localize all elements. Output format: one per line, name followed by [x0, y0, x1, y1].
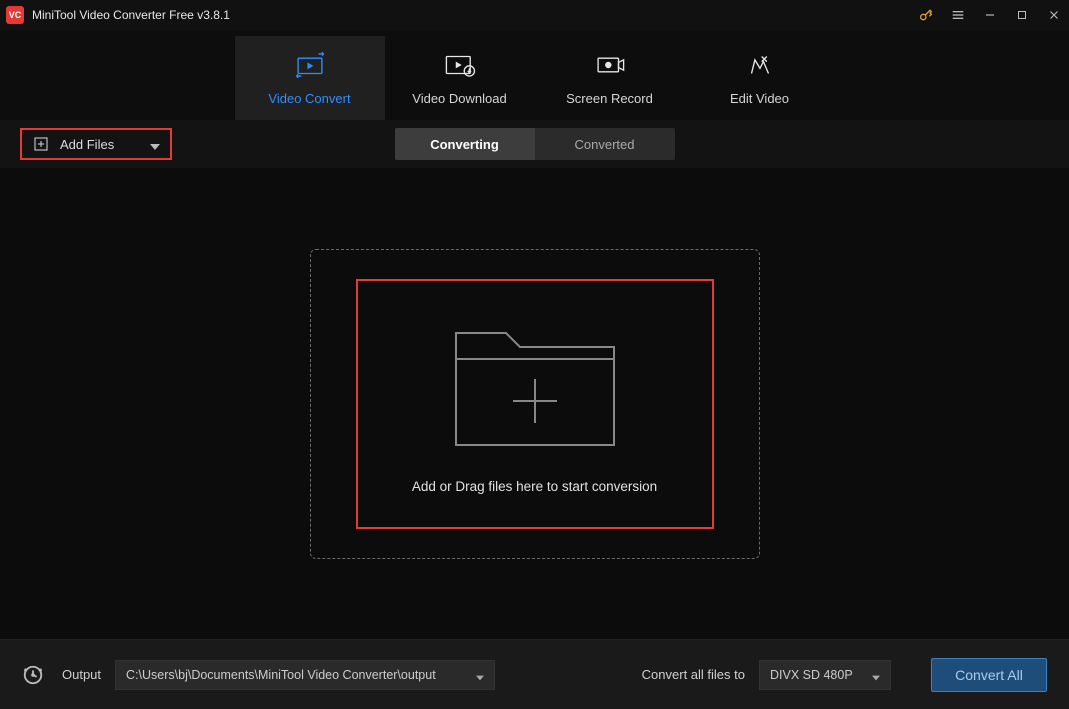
- main-area: Add or Drag files here to start conversi…: [0, 168, 1069, 639]
- nav-video-download[interactable]: Video Download: [385, 36, 535, 120]
- folder-add-icon: [450, 313, 620, 453]
- record-icon: [593, 51, 627, 79]
- menu-icon[interactable]: [949, 6, 967, 24]
- output-path-select[interactable]: C:\Users\bj\Documents\MiniTool Video Con…: [115, 660, 495, 690]
- close-icon[interactable]: [1045, 6, 1063, 24]
- convert-all-label: Convert all files to: [642, 667, 745, 682]
- tab-converted[interactable]: Converted: [535, 128, 675, 160]
- dropzone[interactable]: Add or Drag files here to start conversi…: [356, 279, 714, 529]
- nav-screen-record[interactable]: Screen Record: [535, 36, 685, 120]
- status-tabs: Converting Converted: [395, 128, 675, 160]
- titlebar: VC MiniTool Video Converter Free v3.8.1: [0, 0, 1069, 30]
- output-path-value: C:\Users\bj\Documents\MiniTool Video Con…: [126, 668, 436, 682]
- footer: Output C:\Users\bj\Documents\MiniTool Vi…: [0, 639, 1069, 709]
- output-label: Output: [62, 667, 101, 682]
- nav-label: Video Download: [412, 91, 506, 106]
- app-title: MiniTool Video Converter Free v3.8.1: [32, 8, 230, 22]
- toolbar: Add Files Converting Converted: [0, 120, 1069, 168]
- chevron-down-icon: [476, 671, 484, 679]
- nav-label: Screen Record: [566, 91, 653, 106]
- add-file-icon: [32, 135, 50, 153]
- maximize-icon[interactable]: [1013, 6, 1031, 24]
- dropzone-text: Add or Drag files here to start conversi…: [412, 479, 657, 494]
- tab-converting[interactable]: Converting: [395, 128, 535, 160]
- download-icon: [443, 51, 477, 79]
- window-controls: [917, 6, 1063, 24]
- main-nav: Video Convert Video Download Screen Reco…: [0, 30, 1069, 120]
- nav-label: Video Convert: [268, 91, 350, 106]
- nav-edit-video[interactable]: Edit Video: [685, 36, 835, 120]
- convert-all-button[interactable]: Convert All: [931, 658, 1047, 692]
- history-icon[interactable]: [22, 664, 44, 686]
- format-select[interactable]: DIVX SD 480P: [759, 660, 891, 690]
- upgrade-key-icon[interactable]: [917, 6, 935, 24]
- format-selected-value: DIVX SD 480P: [770, 668, 853, 682]
- add-files-button[interactable]: Add Files: [20, 128, 172, 160]
- edit-icon: [743, 51, 777, 79]
- add-files-label: Add Files: [60, 137, 140, 152]
- app-logo-icon: VC: [6, 6, 24, 24]
- chevron-down-icon: [150, 139, 160, 149]
- convert-icon: [293, 51, 327, 79]
- dropzone-outer: Add or Drag files here to start conversi…: [310, 249, 760, 559]
- nav-label: Edit Video: [730, 91, 789, 106]
- nav-video-convert[interactable]: Video Convert: [235, 36, 385, 120]
- chevron-down-icon: [872, 671, 880, 679]
- minimize-icon[interactable]: [981, 6, 999, 24]
